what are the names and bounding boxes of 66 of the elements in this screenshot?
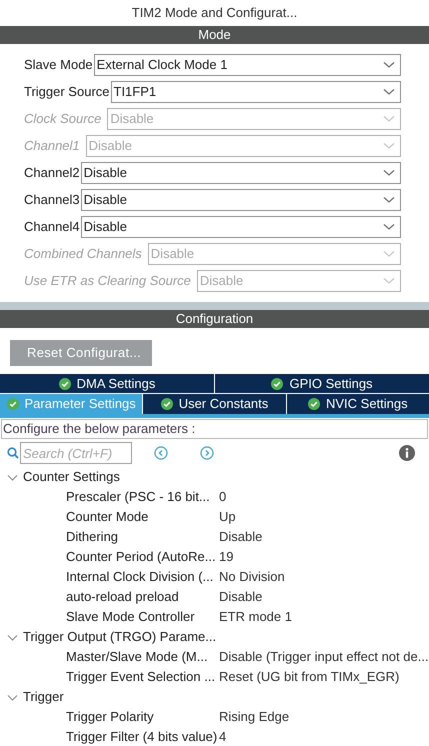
tree-group-label[interactable]: Trigger — [23, 687, 64, 707]
parameter-value: No Division — [219, 568, 285, 586]
tree-group-label[interactable]: Counter Settings — [23, 467, 120, 487]
tree-group-label[interactable]: Trigger Output (TRGO) Parame... — [23, 627, 216, 647]
tab[interactable]: NVIC Settings — [286, 394, 429, 414]
parameter-value: Disable (Trigger input effect not de... — [219, 648, 429, 666]
parameter-name: Trigger Filter (4 bits value) — [66, 728, 218, 746]
window-title: TIM2 Mode and Configurat... — [132, 4, 298, 22]
instructions-text: Configure the below parameters : — [1, 419, 428, 439]
chevron-down-icon — [383, 223, 395, 231]
dropdown[interactable]: TI1FP1 — [110, 81, 401, 103]
field-label: Channel2 — [24, 164, 80, 182]
check-circle-icon — [160, 398, 173, 410]
parameter-name: Trigger Polarity — [66, 708, 155, 726]
info-icon[interactable] — [399, 445, 415, 461]
parameter-name: Prescaler (PSC - 16 bit... — [66, 488, 211, 506]
dropdown[interactable]: Disable — [80, 189, 401, 211]
chevron-down-icon — [383, 88, 395, 96]
parameter-name: Slave Mode Controller — [66, 608, 196, 626]
field-label: Slave Mode — [24, 56, 93, 74]
chevron-down-icon — [383, 196, 395, 204]
section-header: Configuration — [0, 310, 429, 328]
check-circle-icon — [308, 398, 320, 410]
field-label: Channel4 — [24, 218, 80, 236]
field-label: Channel1 — [24, 137, 80, 156]
chevron-down-icon — [383, 115, 395, 123]
parameter-value: ETR mode 1 — [219, 608, 292, 626]
parameter-value: 0 — [219, 488, 226, 506]
field-label: Clock Source — [24, 110, 102, 128]
field-label: Combined Channels — [24, 245, 142, 264]
check-circle-icon — [58, 378, 71, 390]
parameter-name: Master/Slave Mode (M... — [66, 648, 209, 666]
check-circle-icon — [6, 398, 19, 410]
parameter-name: Internal Clock Division (... — [66, 568, 214, 586]
parameter-value: Up — [219, 508, 236, 526]
chevron-down-icon — [383, 142, 395, 150]
tab[interactable]: GPIO Settings — [215, 374, 429, 394]
field-label: Trigger Source — [24, 83, 110, 102]
tab[interactable]: DMA Settings — [0, 374, 215, 394]
parameter-name: Counter Mode — [66, 508, 150, 526]
dropdown[interactable]: Disable — [80, 216, 401, 238]
parameter-value: 19 — [219, 548, 234, 566]
parameter-name: Counter Period (AutoRe... — [66, 548, 217, 566]
search-icon — [7, 447, 19, 459]
parameter-name: auto-reload preload — [66, 588, 180, 606]
field-label: Channel3 — [24, 191, 80, 210]
previous-icon[interactable] — [154, 446, 168, 460]
parameter-value: Disable — [219, 588, 262, 606]
dropdown[interactable]: External Clock Mode 1 — [94, 54, 401, 76]
chevron-down-icon — [383, 250, 395, 258]
parameter-value: Reset (UG bit from TIMx_EGR) — [219, 668, 400, 686]
dropdown[interactable]: Disable — [80, 162, 401, 184]
section-header: Mode — [0, 26, 429, 44]
chevron-down-icon — [383, 61, 395, 69]
field-label: Use ETR as Clearing Source — [24, 272, 191, 290]
chevron-down-icon — [383, 277, 395, 285]
check-circle-icon — [271, 378, 284, 390]
next-icon[interactable] — [200, 446, 214, 460]
parameter-value: Disable — [219, 528, 262, 546]
parameter-name: Dithering — [66, 528, 120, 546]
tab[interactable]: User Constants — [143, 394, 287, 414]
chevron-down-icon — [383, 169, 395, 177]
parameter-value: 4 — [219, 728, 226, 746]
parameter-value: Rising Edge — [219, 708, 290, 726]
search-field[interactable]: Search (Ctrl+F) — [20, 442, 132, 464]
parameter-name: Trigger Event Selection ... — [66, 668, 216, 686]
